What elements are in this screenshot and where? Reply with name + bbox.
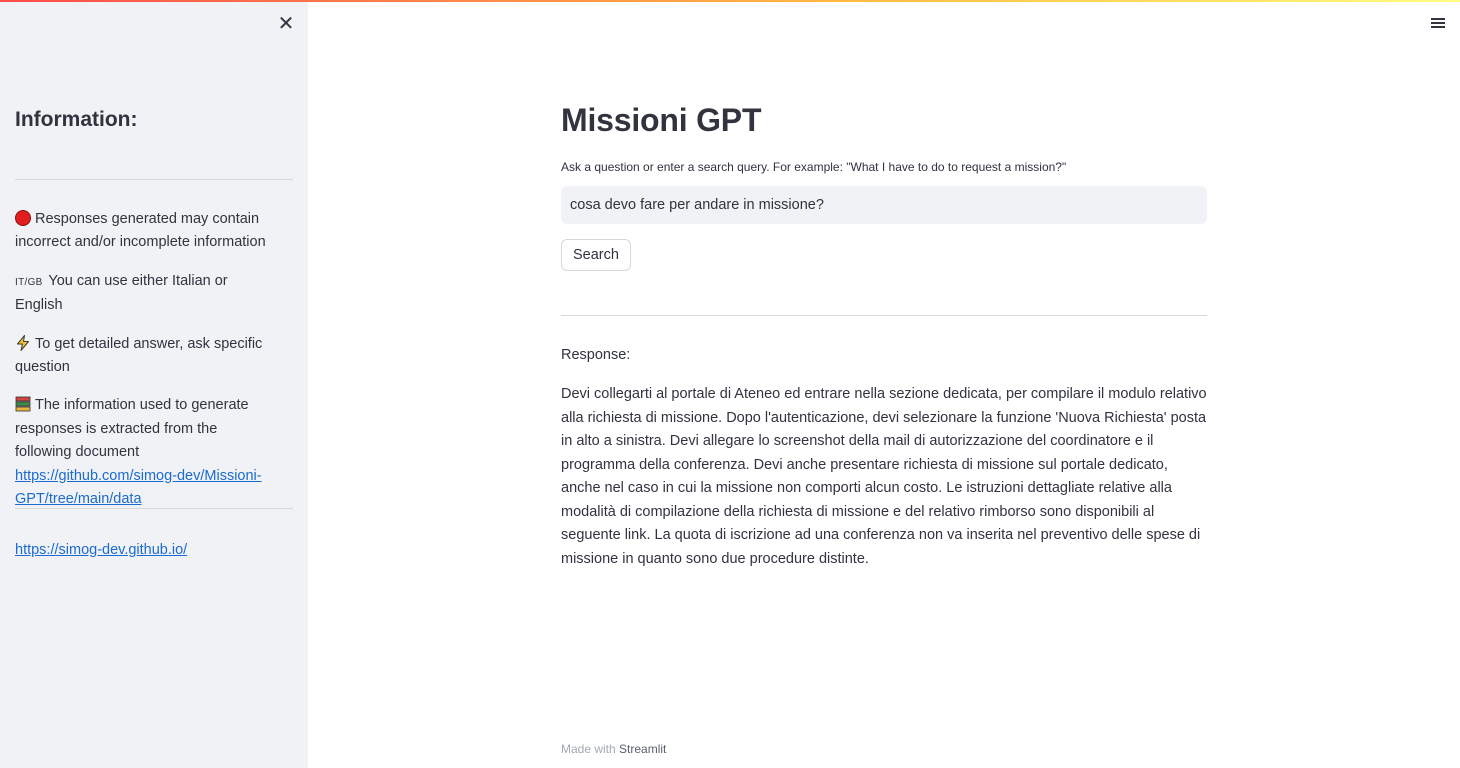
lightning-icon: [17, 334, 29, 351]
flag-icon: IT/GB: [15, 276, 43, 288]
sidebar-divider: [15, 179, 293, 180]
sidebar: ✕ Information: Responses generated may c…: [0, 0, 308, 768]
hamburger-menu-icon[interactable]: [1429, 13, 1447, 33]
disclaimer-text: Responses generated may contain incorrec…: [15, 211, 266, 251]
source-text: The information used to generate respons…: [15, 397, 249, 461]
books-icon: [15, 397, 31, 412]
query-input-label: Ask a question or enter a search query. …: [561, 160, 1067, 174]
language-text: You can use either Italian or English: [15, 272, 228, 314]
footer-made-with: Made with: [561, 742, 616, 756]
footer: Made with Streamlit: [561, 742, 666, 756]
disclaimer-note: Responses generated may contain incorrec…: [15, 208, 277, 255]
main-content: Missioni GPT Ask a question or enter a s…: [561, 0, 1207, 768]
search-button[interactable]: Search: [561, 239, 631, 271]
sidebar-notes: Responses generated may contain incorrec…: [15, 208, 277, 526]
response-text: Devi collegarti al portale di Ateneo ed …: [561, 386, 1207, 567]
top-decoration-bar: [0, 0, 1460, 2]
red-circle-icon: [15, 210, 31, 226]
page-title: Missioni GPT: [561, 102, 762, 138]
tip-note: To get detailed answer, ask specific que…: [15, 333, 277, 380]
streamlit-link[interactable]: Streamlit: [619, 742, 666, 756]
response-label: Response:: [561, 347, 631, 363]
tip-text: To get detailed answer, ask specific que…: [15, 335, 263, 376]
source-note: The information used to generate respons…: [15, 394, 277, 511]
source-document-link[interactable]: https://github.com/simog-dev/Missioni-GP…: [15, 468, 262, 507]
query-input[interactable]: [561, 186, 1207, 224]
language-note: IT/GB You can use either Italian or Engl…: [15, 270, 277, 318]
sidebar-divider: [15, 508, 293, 509]
content-divider: [561, 315, 1207, 316]
author-site-link[interactable]: https://simog-dev.github.io/: [15, 540, 187, 560]
sidebar-heading: Information:: [15, 108, 138, 131]
close-icon[interactable]: ✕: [276, 12, 296, 36]
